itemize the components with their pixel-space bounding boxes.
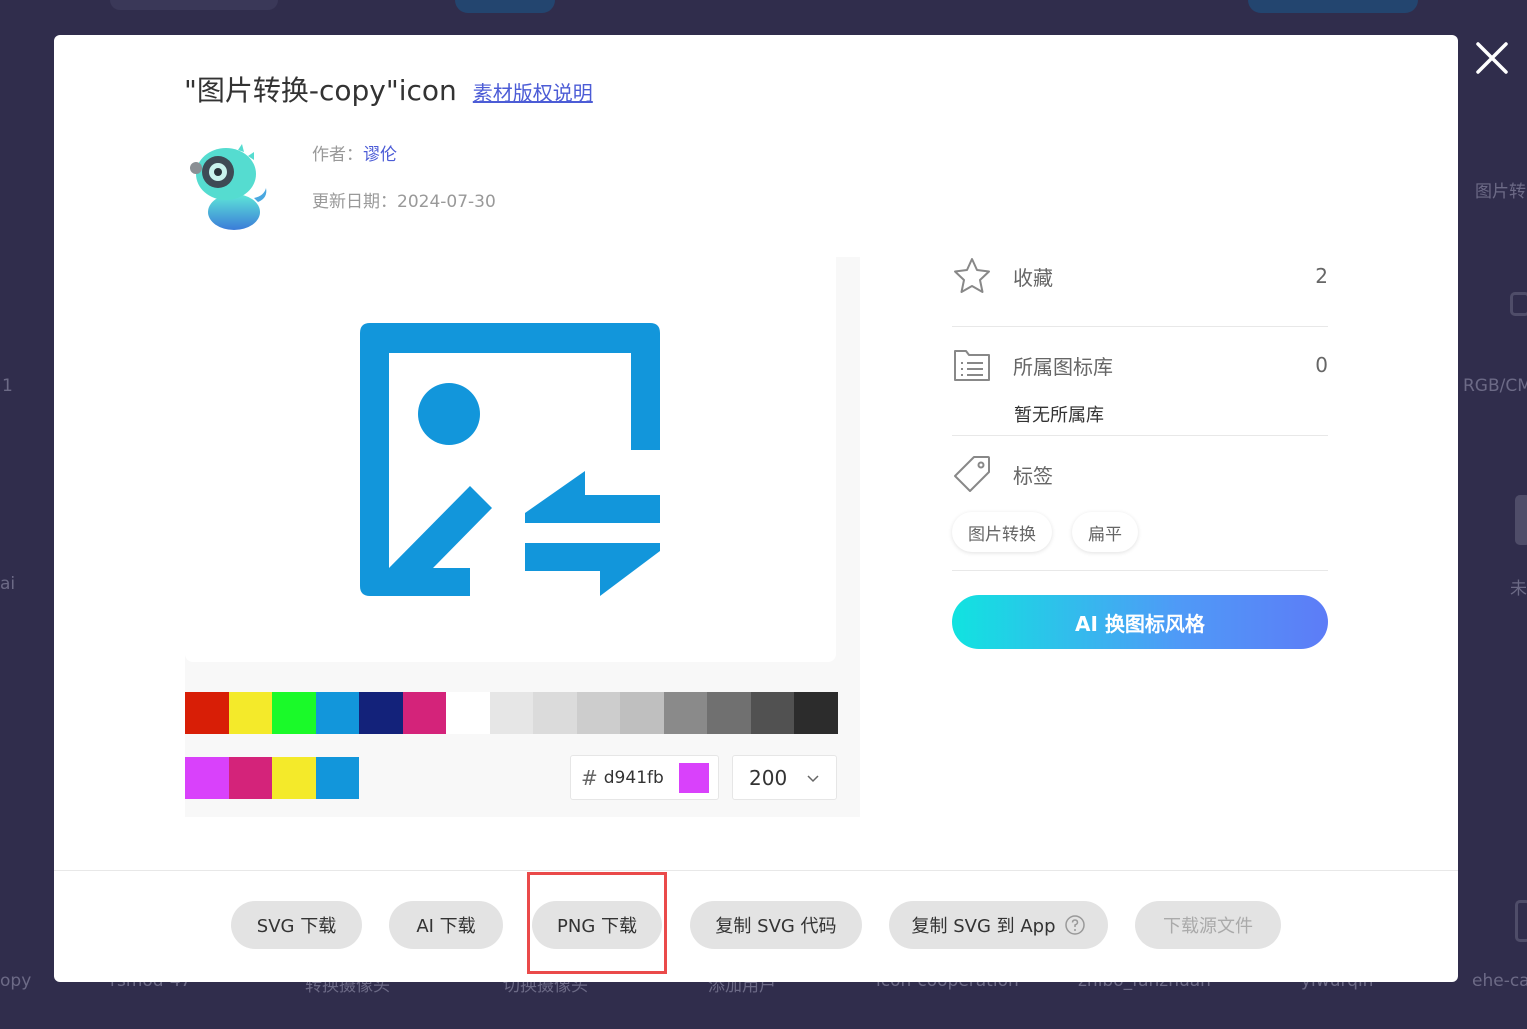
color-swatch[interactable]: [446, 692, 490, 734]
tag-list: 图片转换 扁平: [952, 512, 1328, 552]
color-swatch[interactable]: [489, 692, 533, 734]
background-label: 图片转: [1475, 182, 1526, 202]
color-swatch[interactable]: [185, 692, 229, 734]
color-swatch[interactable]: [750, 692, 794, 734]
modal-title: "图片转换-copy"icon: [184, 74, 457, 107]
info-column: 收藏 2 所属图标库 0 暂无所属库 标签 图片转换 扁平 AI 换图标风格: [952, 250, 1328, 649]
color-swatch[interactable]: [663, 692, 707, 734]
no-library-text: 暂无所属库: [1014, 405, 1104, 426]
ai-restyle-button[interactable]: AI 换图标风格: [952, 595, 1328, 649]
size-select[interactable]: 200: [732, 755, 837, 800]
background-label: ehe-ca: [1472, 971, 1527, 991]
divider: [952, 570, 1328, 571]
color-swatch[interactable]: [315, 692, 359, 734]
image-convert-icon: [360, 323, 660, 596]
library-count: 0: [1315, 353, 1328, 377]
color-swatch[interactable]: [228, 757, 272, 799]
background-icon: [1510, 292, 1527, 316]
color-swatch[interactable]: [359, 692, 403, 734]
highlight-box: [527, 872, 667, 974]
collect-label: 收藏: [1013, 265, 1053, 290]
title-row: "图片转换-copy"icon 素材版权说明: [184, 69, 593, 109]
hex-color-input[interactable]: [603, 767, 684, 788]
color-swatch[interactable]: [794, 692, 838, 734]
copy-svg-to-app-button[interactable]: 复制 SVG 到 App: [889, 901, 1108, 949]
date-label: 更新日期：: [312, 192, 397, 212]
color-swatch[interactable]: [402, 692, 446, 734]
color-swatch[interactable]: [533, 692, 577, 734]
color-swatch[interactable]: [228, 692, 272, 734]
svg-download-button[interactable]: SVG 下载: [231, 901, 362, 949]
background-button-top-right: [1248, 0, 1418, 13]
hex-color-field[interactable]: #: [570, 755, 719, 800]
color-swatches-primary: [185, 692, 838, 734]
background-label: 未: [1510, 579, 1527, 599]
ai-download-button[interactable]: AI 下载: [389, 901, 503, 949]
tag-item[interactable]: 扁平: [1072, 512, 1138, 552]
color-swatch[interactable]: [707, 692, 751, 734]
background-label: 1: [2, 376, 13, 396]
color-swatches-recent: [185, 757, 359, 799]
copyright-link[interactable]: 素材版权说明: [473, 77, 593, 106]
tag-icon: [954, 456, 990, 492]
close-icon[interactable]: [1474, 40, 1510, 76]
preview-panel: # 200: [185, 257, 860, 817]
size-value: 200: [749, 765, 788, 790]
tags-label: 标签: [1013, 463, 1053, 488]
background-tile: [110, 0, 278, 10]
library-list-icon: [954, 350, 990, 381]
color-swatch[interactable]: [620, 692, 664, 734]
hex-color-preview[interactable]: [679, 763, 709, 793]
color-swatch[interactable]: [272, 757, 316, 799]
background-label: RGB/CM: [1463, 376, 1527, 396]
color-swatch[interactable]: [185, 757, 229, 799]
color-swatch[interactable]: [272, 692, 316, 734]
copy-svg-to-app-label: 复制 SVG 到 App: [911, 916, 1056, 937]
library-label: 所属图标库: [1013, 354, 1113, 379]
library-row: 所属图标库 0: [952, 339, 1328, 391]
star-icon[interactable]: [952, 256, 992, 296]
tags-row: 标签: [952, 448, 1328, 500]
update-date: 更新日期：2024-07-30: [312, 187, 496, 212]
copy-svg-code-button[interactable]: 复制 SVG 代码: [690, 901, 862, 949]
footer-divider: [54, 870, 1458, 871]
background-icon: [1515, 900, 1527, 942]
author-avatar[interactable]: [188, 142, 268, 232]
background-icon: [1515, 495, 1527, 545]
icon-detail-modal: "图片转换-copy"icon 素材版权说明 作者：谬伦 更新日期：2024-0…: [54, 35, 1458, 982]
collect-row[interactable]: 收藏 2: [952, 250, 1328, 302]
question-icon[interactable]: [1064, 914, 1086, 936]
collect-count: 2: [1315, 264, 1328, 288]
author-info: 作者：谬伦: [312, 140, 397, 165]
download-source-button[interactable]: 下载源文件: [1135, 901, 1281, 949]
background-label: opy: [0, 971, 32, 991]
color-swatch[interactable]: [576, 692, 620, 734]
hash-symbol: #: [581, 765, 598, 790]
background-button-top-left: [455, 0, 555, 13]
chevron-down-icon: [807, 775, 819, 783]
icon-preview: [185, 257, 836, 662]
color-swatch[interactable]: [315, 757, 359, 799]
date-value: 2024-07-30: [397, 192, 496, 212]
background-label: ai: [0, 574, 16, 594]
author-name-link[interactable]: 谬伦: [363, 145, 397, 165]
author-label: 作者：: [312, 145, 363, 165]
tag-item[interactable]: 图片转换: [952, 512, 1052, 552]
